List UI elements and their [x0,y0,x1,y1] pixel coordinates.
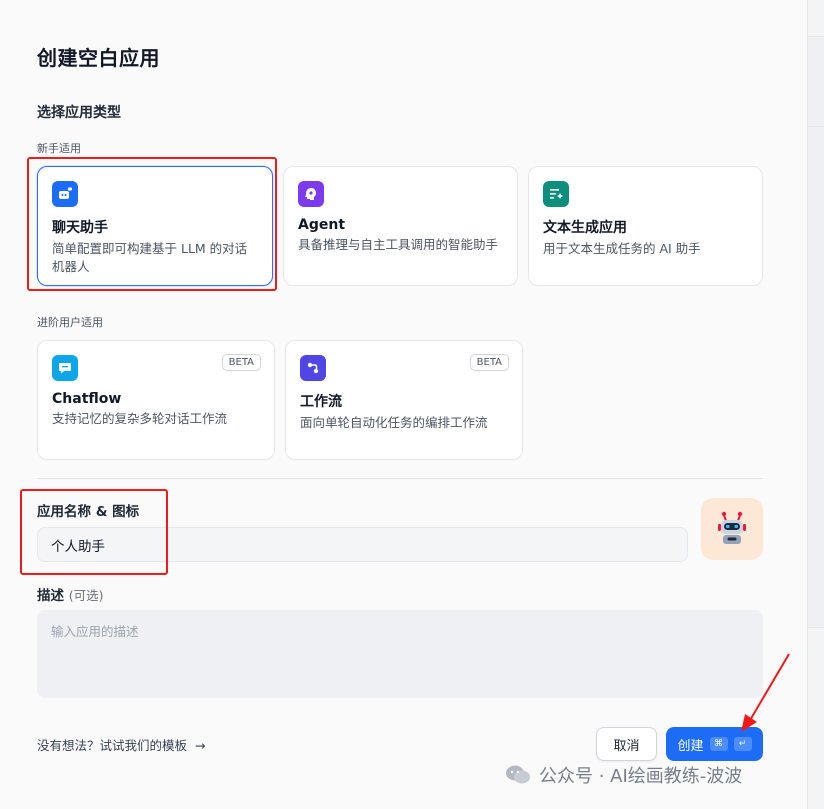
app-type-card-chatflow[interactable]: BETA Chatflow 支持记忆的复杂多轮对话工作流 [37,340,275,460]
command-key-icon: ⌘ [709,737,728,751]
create-button-label: 创建 [677,738,704,754]
card-description: 支持记忆的复杂多轮对话工作流 [52,411,228,426]
gutter-segment [808,36,824,128]
advanced-section-label: 进阶用户适用 [37,316,103,329]
beta-badge: BETA [469,354,509,371]
enter-key-icon: ↵ [733,737,752,751]
optional-hint: (可选) [68,588,104,603]
app-type-card-agent[interactable]: Agent 具备推理与自主工具调用的智能助手 [283,166,518,286]
annotation-arrow-icon [741,653,790,732]
dialog-title: 创建空白应用 [37,46,160,70]
chatflow-icon [52,355,78,381]
card-title: 文本生成应用 [543,220,627,236]
annotation-box-chatbot [27,157,277,291]
card-description: 具备推理与自主工具调用的智能助手 [298,237,499,252]
beginner-section-label: 新手适用 [37,142,81,155]
workflow-icon [300,355,326,381]
app-type-card-text-generator[interactable]: 文本生成应用 用于文本生成任务的 AI 助手 [528,166,763,286]
card-description: 用于文本生成任务的 AI 助手 [543,241,701,256]
scrollbar-gutter [807,0,824,809]
description-textarea[interactable]: 输入应用的描述 [37,610,763,698]
app-type-heading: 选择应用类型 [37,105,121,121]
cancel-button[interactable]: 取消 [596,727,657,761]
card-title: Chatflow [52,391,122,407]
agent-icon [298,181,324,207]
template-link[interactable]: 没有想法？试试我们的模板 → [37,735,205,754]
gutter-segment [808,126,824,628]
beta-badge: BETA [221,354,261,371]
section-divider [37,478,763,479]
wechat-icon [506,765,530,784]
card-title: Agent [298,217,346,233]
template-link-text: 没有想法？试试我们的模板 [37,738,188,753]
description-label-text: 描述 [37,588,64,604]
create-app-dialog: 创建空白应用 选择应用类型 新手适用 聊天助手 简单配置即可构建基于 LLM 的… [0,0,807,809]
watermark: 公众号 · AI绘画教练-波波 [505,762,742,788]
text-generator-icon [543,181,569,207]
annotation-box-name [20,489,168,575]
arrow-right-icon: → [195,738,206,753]
app-icon-picker[interactable] [701,498,763,560]
app-type-card-workflow[interactable]: BETA 工作流 面向单轮自动化任务的编排工作流 [285,340,523,460]
description-label: 描述 (可选) [37,584,103,604]
robot-icon [718,511,746,544]
card-description: 面向单轮自动化任务的编排工作流 [300,415,488,430]
watermark-text: 公众号 · AI绘画教练-波波 [539,766,743,787]
card-title: 工作流 [300,394,342,410]
